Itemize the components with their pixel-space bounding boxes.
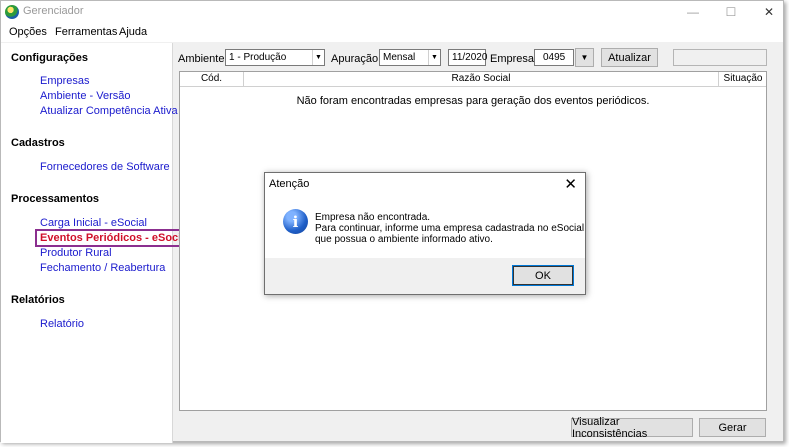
ok-button[interactable]: OK — [512, 265, 574, 286]
menu-bar: Opções Ferramentas Ajuda — [1, 23, 783, 42]
close-button[interactable]: ✕ — [757, 3, 781, 21]
menu-opcoes[interactable]: Opções — [9, 26, 47, 38]
menu-ajuda[interactable]: Ajuda — [119, 26, 147, 38]
empty-grid-message: Não foram encontradas empresas para gera… — [296, 95, 650, 107]
dialog-close-icon[interactable]: ✕ — [564, 175, 577, 193]
empresa-lookup-button[interactable]: ▼ — [575, 48, 594, 67]
grid-header: Cód. Razão Social Situação — [180, 72, 766, 87]
sidebar: Configurações Empresas Ambiente - Versão… — [1, 43, 196, 443]
sidebar-item-fechamento[interactable]: Fechamento / Reabertura — [40, 262, 165, 274]
sidebar-item-atualizar-competencia[interactable]: Atualizar Competência Ativa — [40, 105, 178, 117]
section-relatorios: Relatórios — [11, 294, 65, 306]
dialog-footer: OK — [265, 258, 585, 294]
sidebar-item-carga-inicial[interactable]: Carga Inicial - eSocial — [40, 217, 147, 229]
gerar-button[interactable]: Gerar — [699, 418, 766, 437]
dialog-message-line-1: Empresa não encontrada. — [315, 212, 431, 223]
visualizar-inconsistencias-button[interactable]: Visualizar Inconsistências — [571, 416, 693, 440]
info-icon: i — [283, 209, 308, 234]
maximize-button[interactable]: ☐ — [719, 3, 743, 21]
apuracao-label: Apuração: — [331, 53, 382, 65]
dialog-title: Atenção — [269, 178, 310, 190]
sidebar-item-produtor-rural[interactable]: Produtor Rural — [40, 247, 112, 259]
title-bar: Gerenciador — ☐ ✕ — [1, 1, 783, 23]
status-field — [673, 49, 767, 66]
apuracao-select[interactable]: Mensal ▼ — [379, 49, 441, 66]
atualizar-button[interactable]: Atualizar — [601, 48, 658, 67]
column-header-cod[interactable]: Cód. — [180, 73, 243, 84]
periodo-input[interactable]: 11/2020 — [448, 49, 487, 66]
sidebar-item-fornecedores[interactable]: Fornecedores de Software — [40, 161, 170, 173]
app-icon — [5, 5, 19, 19]
section-processamentos: Processamentos — [11, 193, 100, 205]
ambiente-select[interactable]: 1 - Produção ▼ — [225, 49, 325, 66]
ambiente-label: Ambiente: — [178, 53, 228, 65]
main-window: Gerenciador — ☐ ✕ Opções Ferramentas Aju… — [0, 0, 784, 443]
section-cadastros: Cadastros — [11, 137, 65, 149]
dialog-message-line-3: que possua o ambiente informado ativo. — [315, 234, 493, 245]
sidebar-item-relatorio[interactable]: Relatório — [40, 318, 84, 330]
chevron-down-icon: ▼ — [580, 53, 589, 62]
sidebar-item-ambiente-versao[interactable]: Ambiente - Versão — [40, 90, 131, 102]
window-title: Gerenciador — [23, 5, 84, 17]
attention-dialog: Atenção ✕ i Empresa não encontrada. Para… — [264, 172, 586, 295]
ambiente-value: 1 - Produção — [229, 52, 287, 63]
minimize-button[interactable]: — — [681, 3, 705, 21]
chevron-down-icon: ▼ — [312, 50, 324, 65]
column-header-situacao[interactable]: Situação — [719, 73, 767, 84]
dialog-message-line-2: Para continuar, informe uma empresa cada… — [315, 223, 585, 234]
section-configuracoes: Configurações — [11, 52, 89, 64]
empresa-input[interactable]: 0495 — [534, 49, 574, 66]
sidebar-item-eventos-periodicos[interactable]: Eventos Periódicos - eSocial — [34, 229, 196, 247]
menu-ferramentas[interactable]: Ferramentas — [55, 26, 117, 38]
chevron-down-icon: ▼ — [428, 50, 440, 65]
sidebar-item-empresas[interactable]: Empresas — [40, 75, 90, 87]
empresa-label: Empresa: — [490, 53, 538, 65]
apuracao-value: Mensal — [383, 52, 416, 63]
column-header-razao-social[interactable]: Razão Social — [244, 73, 718, 84]
